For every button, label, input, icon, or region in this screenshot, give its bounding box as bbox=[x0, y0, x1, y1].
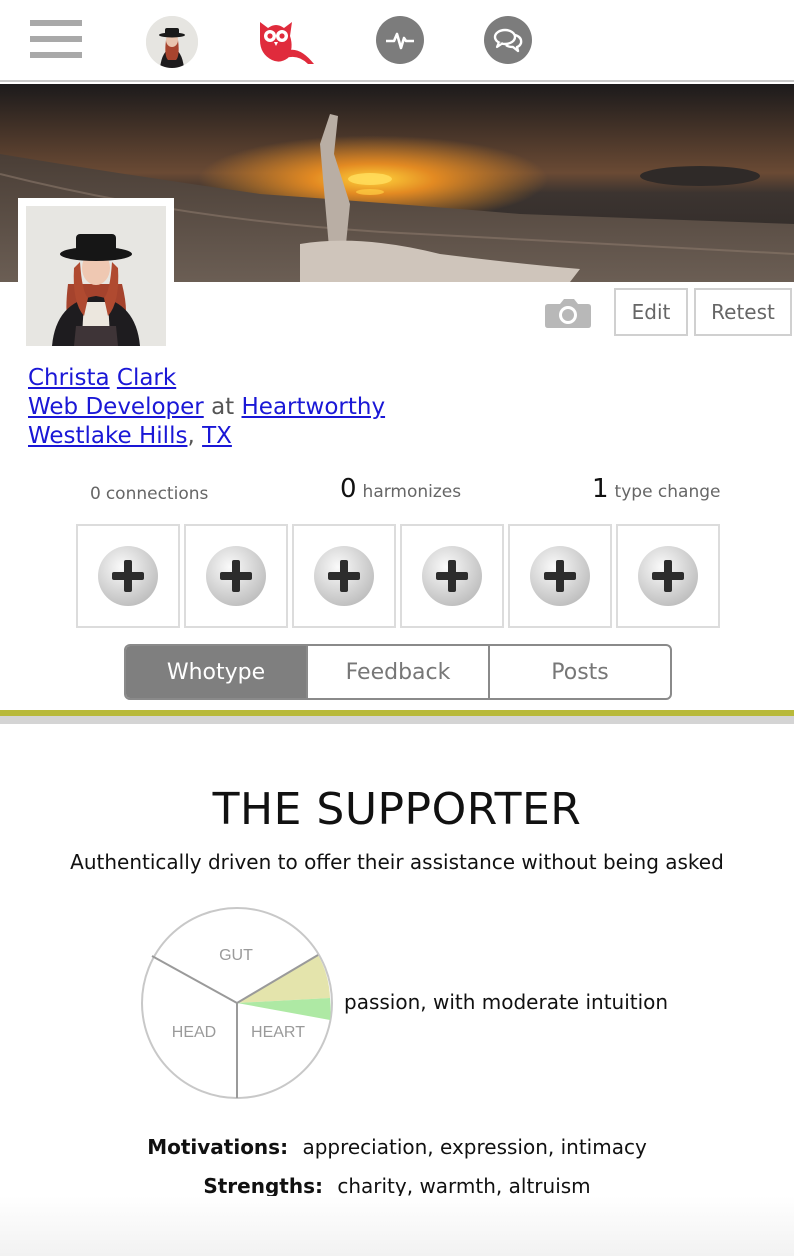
strengths-label: Strengths: bbox=[203, 1174, 323, 1198]
head-label: HEAD bbox=[172, 1024, 216, 1041]
top-nav bbox=[0, 0, 794, 82]
owl-logo-icon[interactable] bbox=[254, 14, 316, 66]
whotype-pie: GUT HEAD HEART bbox=[140, 906, 334, 1100]
add-connection-slot[interactable] bbox=[76, 524, 180, 628]
connections-stat[interactable]: 0 connections bbox=[90, 484, 208, 504]
company-link[interactable]: Heartworthy bbox=[242, 394, 386, 420]
profile-job: Web Developer at Heartworthy bbox=[28, 393, 385, 422]
profile-location: Westlake Hills, TX bbox=[28, 422, 385, 451]
harmonizes-count: 0 bbox=[340, 474, 357, 504]
whotype-title: THE SUPPORTER bbox=[212, 784, 582, 835]
type-change-label: type change bbox=[614, 482, 721, 502]
profile-tabs: Whotype Feedback Posts bbox=[124, 644, 672, 700]
location-comma: , bbox=[187, 423, 195, 449]
motivations-label: Motivations: bbox=[147, 1135, 289, 1159]
at-text: at bbox=[211, 394, 235, 420]
tab-feedback[interactable]: Feedback bbox=[306, 646, 488, 698]
add-connection-slot[interactable] bbox=[616, 524, 720, 628]
profile-photo[interactable] bbox=[18, 198, 174, 348]
harmonizes-stat[interactable]: 0 harmonizes bbox=[340, 474, 461, 504]
state-link[interactable]: TX bbox=[202, 423, 232, 449]
add-icon bbox=[314, 546, 374, 606]
hamburger-icon[interactable] bbox=[30, 20, 82, 60]
profile-stats: 0 connections 0 harmonizes 1 type change bbox=[0, 474, 794, 514]
avatar[interactable] bbox=[146, 16, 198, 68]
add-connection-slot[interactable] bbox=[508, 524, 612, 628]
last-name-link[interactable]: Clark bbox=[117, 365, 176, 391]
whotype-traits: Motivations: appreciation, expression, i… bbox=[0, 1128, 794, 1206]
retest-button[interactable]: Retest bbox=[694, 288, 792, 336]
pie-description: passion, with moderate intuition bbox=[344, 990, 669, 1014]
add-connection-slot[interactable] bbox=[184, 524, 288, 628]
edit-button[interactable]: Edit bbox=[614, 288, 688, 336]
city-link[interactable]: Westlake Hills bbox=[28, 423, 187, 449]
profile-info: Christa Clark Web Developer at Heartwort… bbox=[28, 364, 385, 451]
add-icon bbox=[530, 546, 590, 606]
type-change-count: 1 bbox=[592, 474, 609, 504]
motivations-value: appreciation, expression, intimacy bbox=[302, 1135, 647, 1159]
add-icon bbox=[98, 546, 158, 606]
add-connection-slot[interactable] bbox=[292, 524, 396, 628]
tab-posts[interactable]: Posts bbox=[488, 646, 670, 698]
type-change-stat[interactable]: 1 type change bbox=[592, 474, 721, 504]
add-icon bbox=[206, 546, 266, 606]
whotype-subtitle: Authentically driven to offer their assi… bbox=[70, 850, 724, 874]
connections-count: 0 bbox=[90, 484, 101, 504]
section-divider-shadow bbox=[0, 716, 794, 724]
chat-bubbles-icon[interactable] bbox=[484, 16, 532, 64]
motivations-row: Motivations: appreciation, expression, i… bbox=[0, 1128, 794, 1167]
job-title-link[interactable]: Web Developer bbox=[28, 394, 204, 420]
tab-whotype[interactable]: Whotype bbox=[126, 646, 306, 698]
camera-icon[interactable] bbox=[544, 298, 592, 328]
connections-label: connections bbox=[105, 484, 209, 504]
bottom-fade bbox=[0, 1196, 794, 1256]
add-icon bbox=[638, 546, 698, 606]
first-name-link[interactable]: Christa bbox=[28, 365, 110, 391]
heart-label: HEART bbox=[251, 1024, 305, 1041]
gut-label: GUT bbox=[219, 947, 253, 964]
strengths-value: charity, warmth, altruism bbox=[337, 1174, 591, 1198]
pulse-icon[interactable] bbox=[376, 16, 424, 64]
harmonizes-label: harmonizes bbox=[362, 482, 462, 502]
profile-name: Christa Clark bbox=[28, 364, 385, 393]
connection-slots bbox=[76, 524, 720, 628]
add-connection-slot[interactable] bbox=[400, 524, 504, 628]
add-icon bbox=[422, 546, 482, 606]
